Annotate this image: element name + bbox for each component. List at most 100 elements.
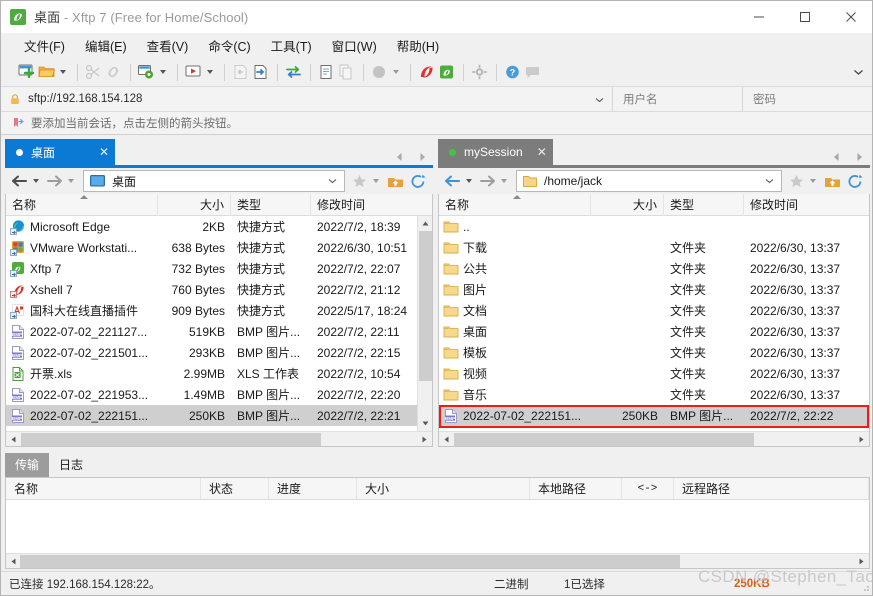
minimize-button[interactable] — [736, 1, 782, 33]
url-input[interactable]: sftp://192.168.154.128 — [1, 87, 613, 111]
transfer-start-icon[interactable] — [184, 60, 203, 84]
transfer-column-size[interactable]: 大小 — [357, 478, 530, 499]
scroll-left-icon[interactable] — [439, 432, 454, 447]
remote-horizontal-scrollbar[interactable] — [439, 431, 869, 446]
transfer-column-remote-path[interactable]: 远程路径 — [674, 478, 869, 499]
column-header-type[interactable]: 类型 — [231, 193, 311, 216]
status-dropdown[interactable] — [393, 70, 399, 74]
scroll-right-icon[interactable] — [417, 432, 432, 447]
local-horizontal-scrollbar[interactable] — [6, 431, 432, 446]
table-row[interactable]: Xshell 7 760 Bytes 快捷方式 2022/7/2, 21:12 — [6, 279, 417, 300]
local-vertical-scrollbar[interactable] — [417, 216, 432, 431]
scroll-right-icon[interactable] — [854, 432, 869, 447]
sync-transfer-icon[interactable] — [284, 60, 303, 84]
scroll-left-icon[interactable] — [6, 432, 21, 447]
remote-home-folder-icon[interactable] — [821, 174, 844, 189]
column-header-modified[interactable]: 修改时间 — [744, 194, 869, 216]
remote-path-input[interactable]: /home/jack — [516, 170, 782, 192]
tab-local-desktop[interactable]: 桌面 ✕ — [5, 139, 115, 165]
menu-help[interactable]: 帮助(H) — [388, 33, 448, 58]
overflow-chevron-icon[interactable] — [853, 60, 864, 84]
tab-log[interactable]: 日志 — [49, 453, 93, 477]
transfer-right-icon[interactable] — [251, 60, 270, 84]
column-header-type[interactable]: 类型 — [664, 193, 744, 216]
table-row[interactable]: 图片 文件夹 2022/6/30, 13:37 — [439, 279, 869, 300]
tab-scroll-right-icon[interactable] — [418, 151, 427, 165]
table-row[interactable]: Microsoft Edge 2KB 快捷方式 2022/7/2, 18:39 — [6, 216, 417, 237]
username-input[interactable]: 用户名 — [613, 87, 743, 111]
table-row[interactable]: BMP 2022-07-02_221953... 1.49MB BMP 图片... 20… — [6, 384, 417, 405]
transfer-start-dropdown[interactable] — [207, 70, 213, 74]
table-row[interactable]: 公共 文件夹 2022/6/30, 13:37 — [439, 258, 869, 279]
transfer-column-status[interactable]: 状态 — [201, 478, 269, 499]
menu-command[interactable]: 命令(C) — [199, 33, 259, 58]
table-row[interactable]: 桌面 文件夹 2022/6/30, 13:37 — [439, 321, 869, 342]
menu-view[interactable]: 查看(V) — [138, 33, 198, 58]
remote-favorite-dropdown-icon[interactable] — [810, 179, 816, 183]
tab-scroll-left-icon[interactable] — [395, 151, 404, 165]
back-arrow-icon[interactable] — [9, 174, 30, 188]
forward-arrow-icon[interactable] — [477, 174, 498, 188]
local-path-chevron-icon[interactable] — [328, 176, 337, 187]
remote-path-chevron-icon[interactable] — [765, 176, 774, 187]
table-row[interactable]: 国科大在线直播插件 909 Bytes 快捷方式 2022/5/17, 18:24 — [6, 300, 417, 321]
tab-scroll-right-icon[interactable] — [855, 151, 864, 165]
menu-tools[interactable]: 工具(T) — [262, 33, 321, 58]
remote-hscroll-thumb[interactable] — [454, 433, 754, 446]
table-row[interactable]: 视频 文件夹 2022/6/30, 13:37 — [439, 363, 869, 384]
tab-scroll-left-icon[interactable] — [832, 151, 841, 165]
table-row[interactable]: 模板 文件夹 2022/6/30, 13:37 — [439, 342, 869, 363]
session-settings-icon[interactable] — [137, 60, 156, 84]
tab-remote-close-icon[interactable]: ✕ — [537, 145, 547, 159]
back-dropdown-icon[interactable] — [466, 179, 472, 183]
remote-favorite-star-icon[interactable] — [786, 174, 807, 188]
back-dropdown-icon[interactable] — [33, 179, 39, 183]
local-path-input[interactable]: 桌面 — [83, 170, 345, 192]
paste-icon[interactable] — [317, 60, 336, 84]
transfer-column-progress[interactable]: 进度 — [269, 478, 357, 499]
scroll-left-icon[interactable] — [6, 554, 21, 569]
remote-refresh-icon[interactable] — [844, 174, 866, 189]
local-favorite-dropdown-icon[interactable] — [373, 179, 379, 183]
local-refresh-icon[interactable] — [407, 174, 429, 189]
table-row[interactable]: 音乐 文件夹 2022/6/30, 13:37 — [439, 384, 869, 405]
tab-remote-mysession[interactable]: mySession ✕ — [438, 139, 553, 165]
table-row[interactable]: VMware Workstati... 638 Bytes 快捷方式 2022/6/3… — [6, 237, 417, 258]
transfer-horizontal-scrollbar[interactable] — [6, 553, 869, 568]
xshell-icon[interactable] — [417, 60, 436, 84]
local-home-folder-icon[interactable] — [384, 174, 407, 189]
close-button[interactable] — [828, 1, 872, 33]
maximize-button[interactable] — [782, 1, 828, 33]
column-header-modified[interactable]: 修改时间 — [311, 194, 432, 216]
transfer-column-direction[interactable]: <-> — [622, 478, 674, 499]
column-header-name[interactable]: 名称 — [6, 193, 158, 216]
back-arrow-icon[interactable] — [442, 174, 463, 188]
scroll-right-icon[interactable] — [854, 554, 869, 569]
tab-local-close-icon[interactable]: ✕ — [99, 145, 109, 159]
forward-dropdown-icon[interactable] — [68, 179, 74, 183]
settings-gear-icon[interactable] — [470, 60, 489, 84]
scroll-up-icon[interactable] — [418, 216, 432, 231]
open-folder-dropdown[interactable] — [60, 70, 66, 74]
table-row[interactable]: BMP 2022-07-02_222151... 250KB BMP 图片... 202… — [6, 405, 417, 426]
scroll-down-icon[interactable] — [418, 416, 432, 431]
xftp-icon[interactable] — [437, 60, 456, 84]
password-input[interactable]: 密码 — [743, 87, 872, 111]
local-favorite-star-icon[interactable] — [349, 174, 370, 188]
table-row[interactable]: BMP 2022-07-02_222151... 250KB BMP 图片... 202… — [439, 405, 869, 428]
url-dropdown-icon[interactable] — [595, 92, 604, 106]
column-header-size[interactable]: 大小 — [591, 193, 664, 216]
table-row[interactable]: 开票.xls 2.99MB XLS 工作表 2022/7/2, 10:54 — [6, 363, 417, 384]
column-header-name[interactable]: 名称 — [439, 193, 591, 216]
new-session-icon[interactable] — [17, 60, 36, 84]
local-scroll-thumb[interactable] — [419, 231, 432, 381]
table-row[interactable]: Xftp 7 732 Bytes 快捷方式 2022/7/2, 22:07 — [6, 258, 417, 279]
forward-dropdown-icon[interactable] — [501, 179, 507, 183]
help-icon[interactable]: ? — [503, 60, 522, 84]
transfer-column-local-path[interactable]: 本地路径 — [530, 478, 622, 499]
menu-file[interactable]: 文件(F) — [15, 33, 74, 58]
table-row[interactable]: BMP 2022-07-02_221127... 519KB BMP 图片... 202… — [6, 321, 417, 342]
feedback-icon[interactable] — [523, 60, 542, 84]
table-row[interactable]: .. — [439, 216, 869, 237]
table-row[interactable]: BMP 2022-07-02_221501... 293KB BMP 图片... 202… — [6, 342, 417, 363]
